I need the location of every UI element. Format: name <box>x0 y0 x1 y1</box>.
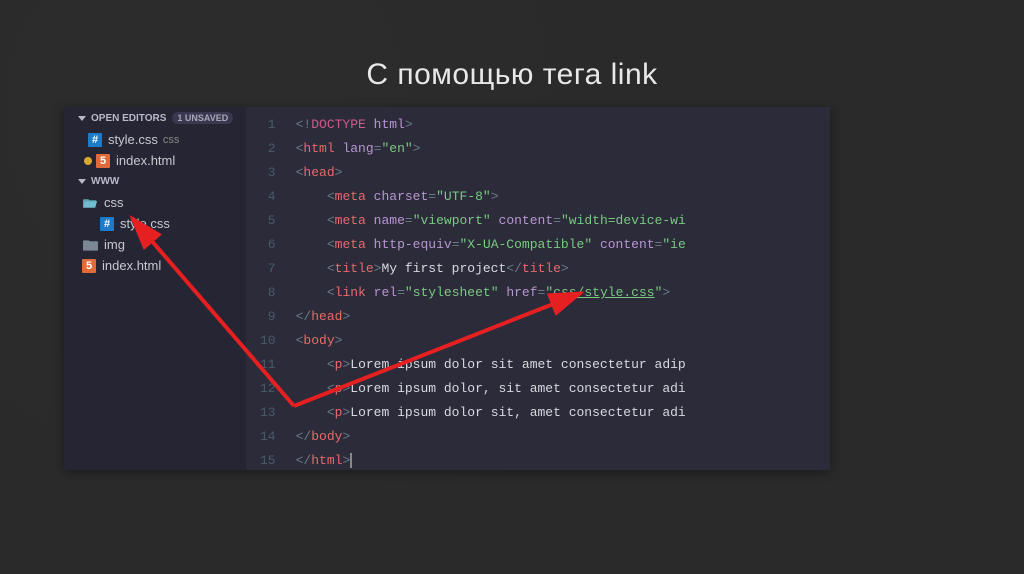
file-hint: css <box>163 134 180 146</box>
line-number-gutter: 123456789101112131415 <box>246 107 286 470</box>
line-number: 10 <box>260 329 276 353</box>
code-line: </html> <box>296 449 830 470</box>
open-editors-label: OPEN EDITORS <box>91 113 166 124</box>
code-line: <html lang="en"> <box>296 137 830 161</box>
code-line: <p>Lorem ipsum dolor sit, amet consectet… <box>296 401 830 425</box>
html-file-icon: 5 <box>82 259 96 273</box>
code-line: <title>My first project</title> <box>296 257 830 281</box>
line-number: 12 <box>260 377 276 401</box>
tree-item-index-html[interactable]: 5 index.html <box>64 255 246 276</box>
line-number: 14 <box>260 425 276 449</box>
code-line: <p>Lorem ipsum dolor, sit amet consectet… <box>296 377 830 401</box>
code-line: <head> <box>296 161 830 185</box>
open-file-index-html[interactable]: 5 index.html <box>64 150 246 171</box>
code-line: <link rel="stylesheet" href="css/style.c… <box>296 281 830 305</box>
tree-item-css-folder[interactable]: css <box>64 192 246 213</box>
code-line: </head> <box>296 305 830 329</box>
tree-label: img <box>104 237 125 252</box>
tree-label: index.html <box>102 258 161 273</box>
www-header[interactable]: WWW <box>64 171 246 192</box>
line-number: 3 <box>260 161 276 185</box>
text-cursor <box>350 453 352 468</box>
css-file-icon: # <box>88 133 102 147</box>
line-number: 1 <box>260 113 276 137</box>
line-number: 15 <box>260 449 276 470</box>
line-number: 5 <box>260 209 276 233</box>
folder-open-icon <box>82 196 98 210</box>
open-editors-header[interactable]: OPEN EDITORS 1 UNSAVED <box>64 107 246 129</box>
code-line: <!DOCTYPE html> <box>296 113 830 137</box>
line-number: 7 <box>260 257 276 281</box>
chevron-down-icon <box>78 179 86 184</box>
line-number: 4 <box>260 185 276 209</box>
code-line: <body> <box>296 329 830 353</box>
file-label: index.html <box>116 153 175 168</box>
code-line: <meta charset="UTF-8"> <box>296 185 830 209</box>
html-file-icon: 5 <box>96 154 110 168</box>
tree-item-style-css[interactable]: # style.css <box>64 213 246 234</box>
code-line: <meta name="viewport" content="width=dev… <box>296 209 830 233</box>
code-line: <p>Lorem ipsum dolor sit amet consectetu… <box>296 353 830 377</box>
code-editor: OPEN EDITORS 1 UNSAVED # style.css css 5… <box>64 107 830 470</box>
line-number: 2 <box>260 137 276 161</box>
slide-title: С помощью тега link <box>0 0 1024 107</box>
line-number: 8 <box>260 281 276 305</box>
code-line: <meta http-equiv="X-UA-Compatible" conte… <box>296 233 830 257</box>
folder-icon <box>82 238 98 252</box>
open-file-style-css[interactable]: # style.css css <box>64 129 246 150</box>
line-number: 13 <box>260 401 276 425</box>
file-label: style.css <box>108 132 158 147</box>
line-number: 6 <box>260 233 276 257</box>
editor-sidebar: OPEN EDITORS 1 UNSAVED # style.css css 5… <box>64 107 246 470</box>
modified-dot-icon <box>84 157 92 165</box>
line-number: 11 <box>260 353 276 377</box>
tree-label: css <box>104 195 124 210</box>
www-label: WWW <box>91 176 119 187</box>
tree-label: style.css <box>120 216 170 231</box>
chevron-down-icon <box>78 116 86 121</box>
code-content[interactable]: <!DOCTYPE html><html lang="en"><head> <m… <box>286 107 830 470</box>
tree-item-img-folder[interactable]: img <box>64 234 246 255</box>
unsaved-badge: 1 UNSAVED <box>172 112 233 124</box>
code-line: </body> <box>296 425 830 449</box>
line-number: 9 <box>260 305 276 329</box>
css-file-icon: # <box>100 217 114 231</box>
